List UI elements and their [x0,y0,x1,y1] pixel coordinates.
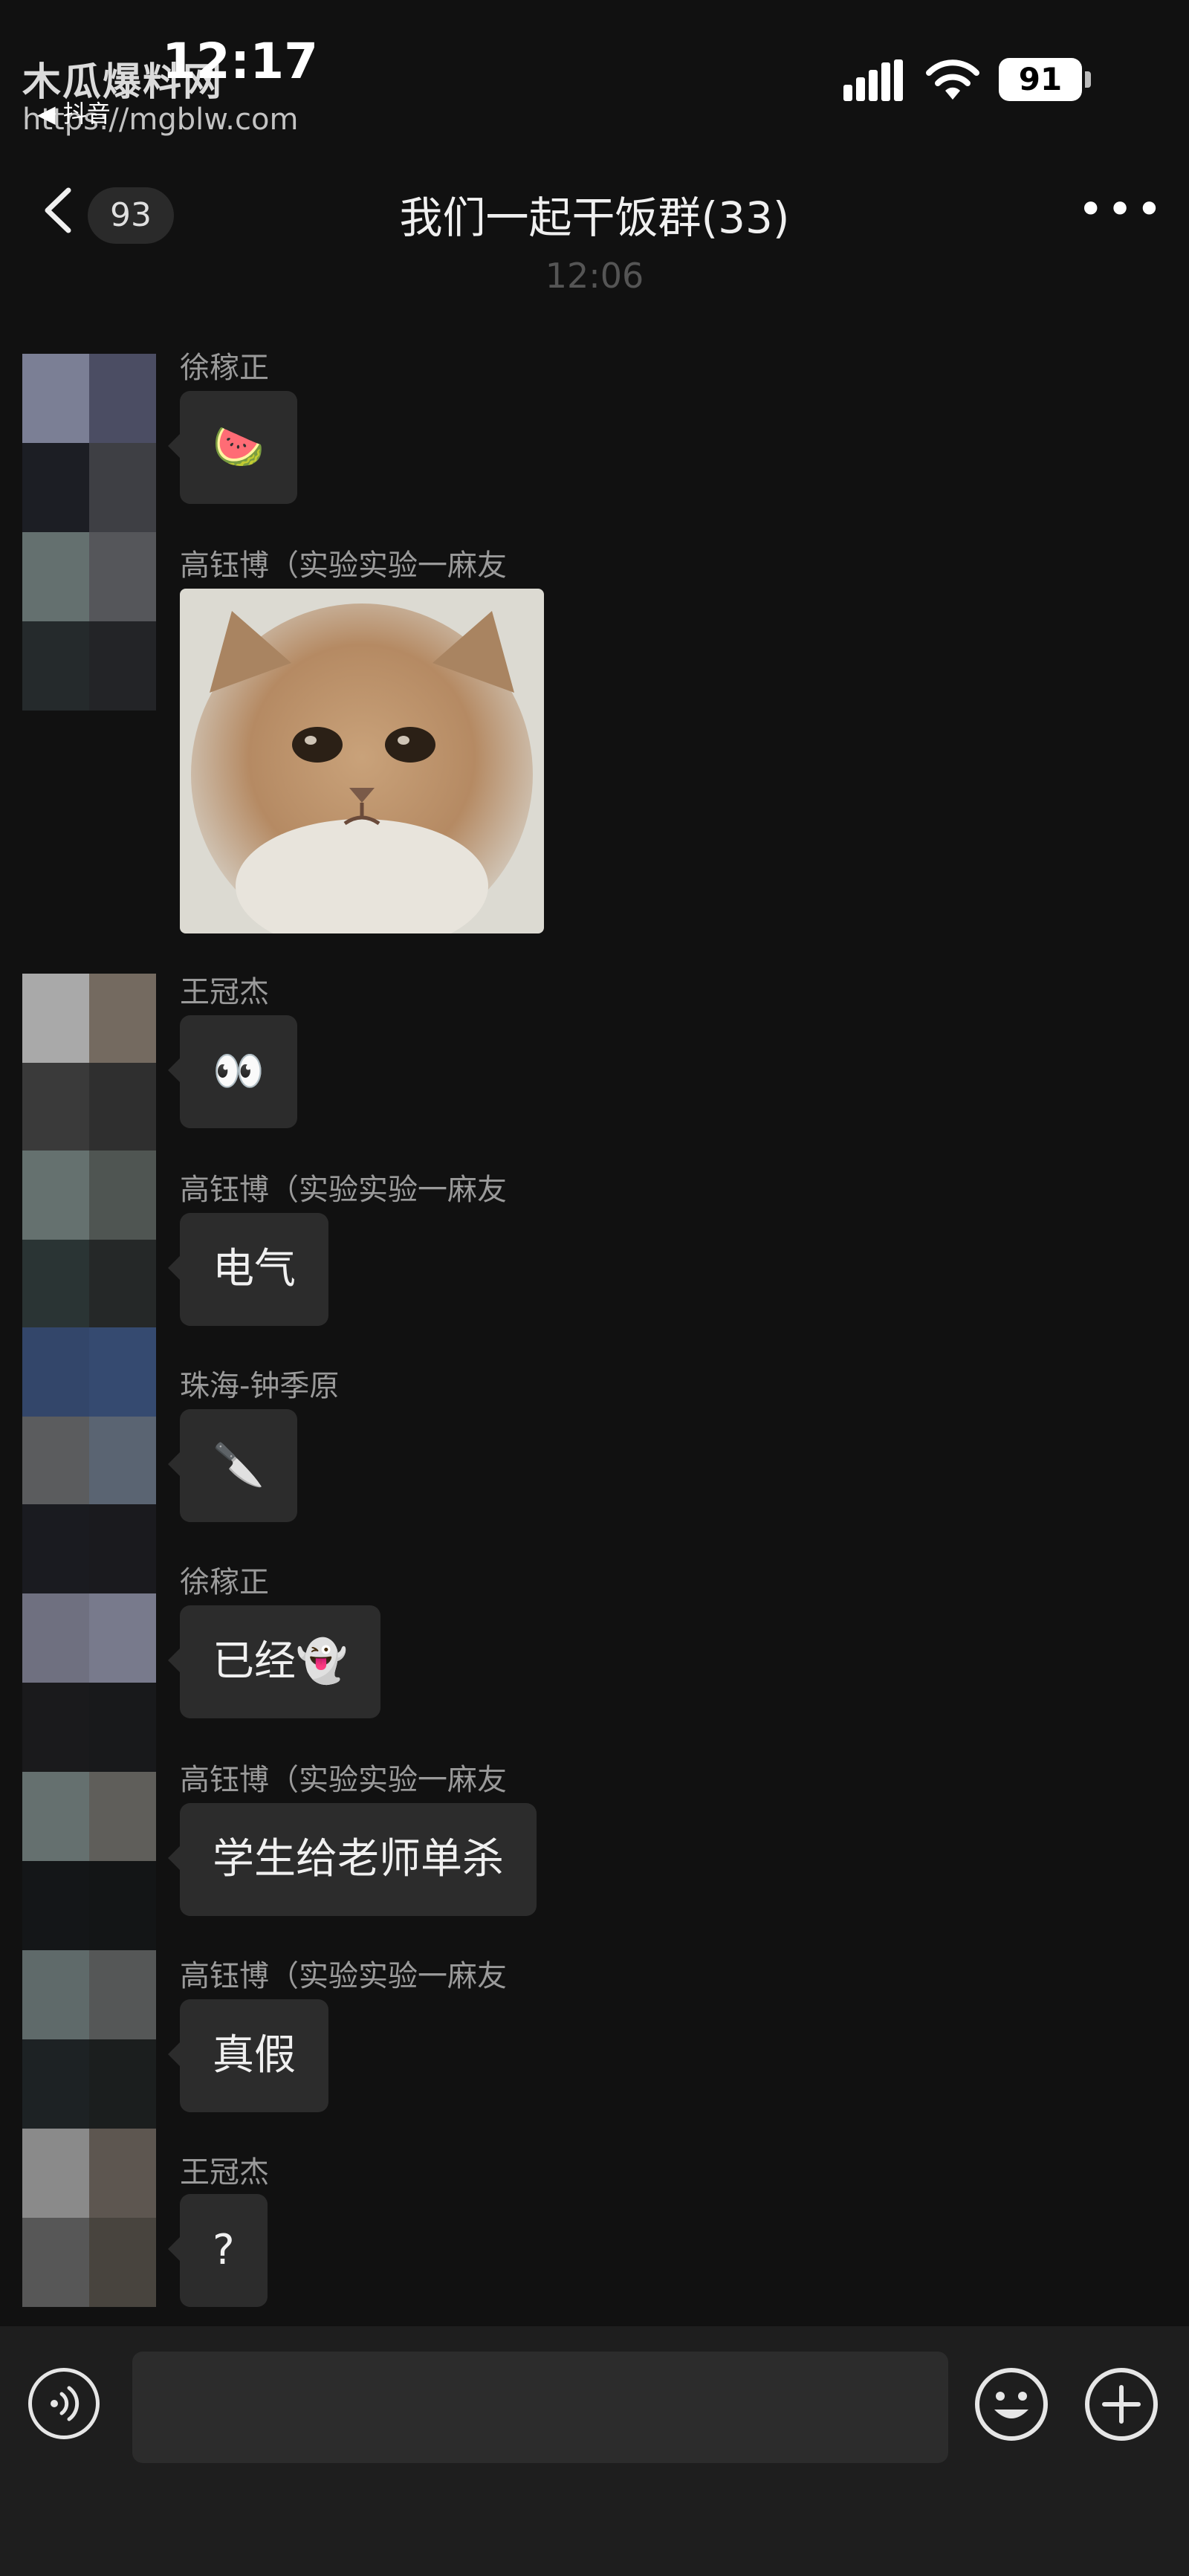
message-bubble[interactable]: ? [168,2194,268,2307]
sender-name: 高钰博（实验实验一麻友 [180,1959,507,1993]
battery-indicator: 91 [999,58,1082,101]
message-timestamp: 12:06 [545,256,644,296]
message-bubble[interactable]: 🔪 [168,1409,297,1522]
wifi-icon [926,59,979,100]
message-bubble[interactable]: 👀 [168,1015,297,1128]
message-bubble[interactable]: 🍉 [168,391,297,504]
message-bubble[interactable]: 真假 [168,1999,328,2112]
message-bubble[interactable]: 电气 [168,1213,328,1326]
avatar[interactable] [22,1504,156,1683]
avatar[interactable] [22,354,156,532]
sender-name: 高钰博（实验实验一麻友 [180,1173,507,1207]
sender-name: 徐稼正 [180,1565,269,1599]
watermark-url: https://mgblw.com [22,103,299,137]
sender-name: 王冠杰 [180,975,269,1009]
message-bubble[interactable]: 已经👻 [168,1605,380,1718]
kitten-sticker-image[interactable] [180,589,544,933]
watermark: 木瓜爆料网 [22,60,224,105]
avatar[interactable] [22,1151,156,1329]
back-chevron-icon[interactable] [37,184,82,236]
message-bubble[interactable]: 学生给老师单杀 [168,1803,537,1916]
status-bar: 12:17 ◀ 抖音 木瓜爆料网 https://mgblw.com 91 [0,0,1189,149]
chat-title: 我们一起干饭群(33) [399,192,790,243]
message-input[interactable] [132,2352,948,2463]
sender-name: 高钰博（实验实验一麻友 [180,548,507,583]
signal-icon [843,59,903,101]
input-bar [0,2326,1189,2576]
more-options-icon[interactable]: ••• [1078,187,1162,232]
avatar[interactable] [22,532,156,711]
voice-icon[interactable] [28,2368,100,2439]
emoji-icon[interactable] [973,2366,1049,2442]
avatar[interactable] [22,1327,156,1506]
avatar-lower [22,2218,156,2307]
plus-icon[interactable] [1083,2366,1159,2442]
avatar[interactable] [22,1861,156,2039]
sender-name: 徐稼正 [180,351,269,385]
sender-name: 高钰博（实验实验一麻友 [180,1763,507,1797]
chat-header: 93 我们一起干饭群(33) ••• [0,149,1189,268]
sender-name: 王冠杰 [180,2155,269,2190]
avatar[interactable] [22,2039,156,2218]
battery-tip [1085,71,1091,88]
avatar[interactable] [22,974,156,1152]
sender-name: 珠海-钟季原 [180,1369,340,1403]
avatar[interactable] [22,1683,156,1861]
unread-count-badge[interactable]: 93 [88,187,174,244]
